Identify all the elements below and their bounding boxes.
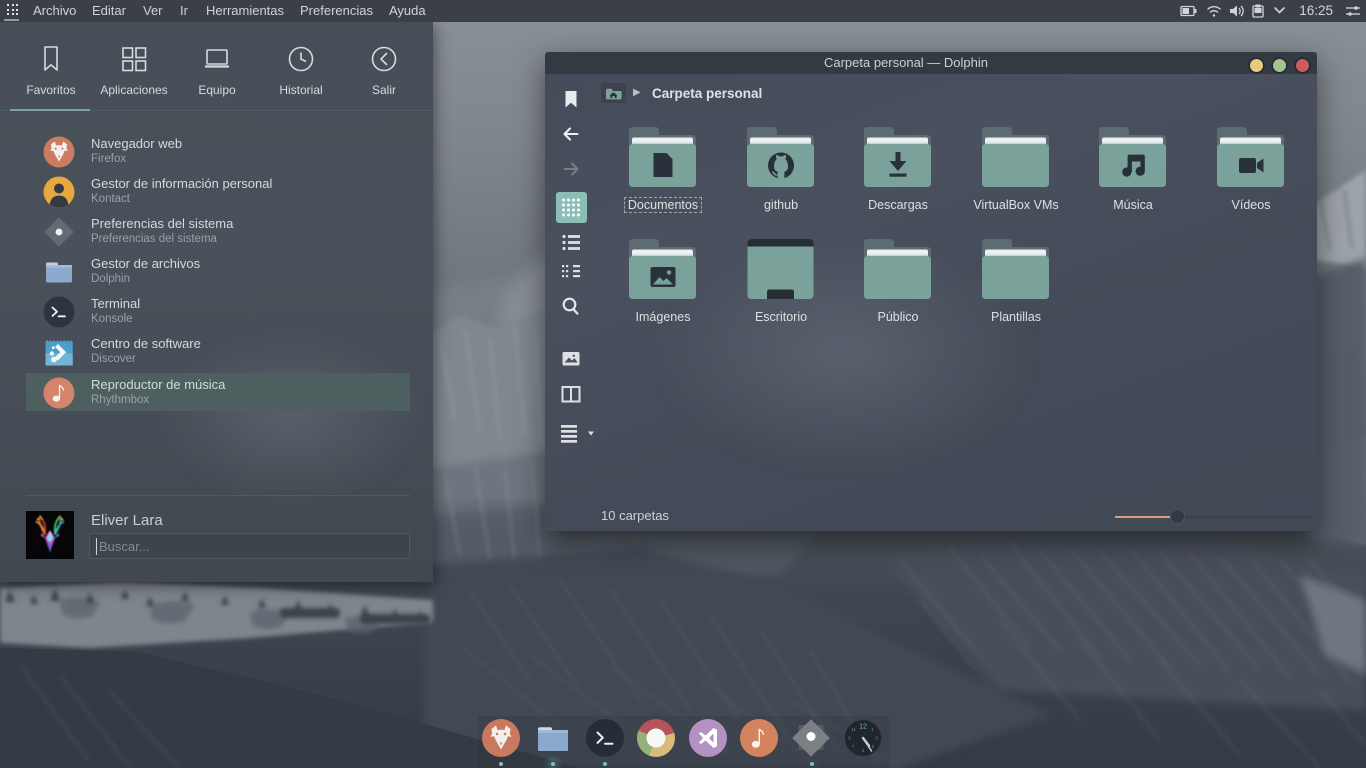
svg-text:12: 12 (859, 724, 867, 731)
svg-text:11: 11 (851, 727, 856, 732)
